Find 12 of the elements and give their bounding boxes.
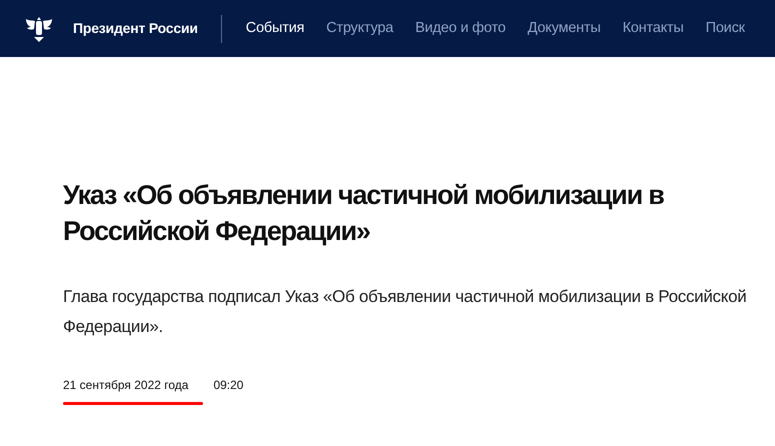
nav-link[interactable]: Структура	[326, 18, 394, 40]
nav-link[interactable]: Видео и фото	[415, 18, 506, 40]
nav-link[interactable]: События	[246, 18, 304, 40]
site-title[interactable]: Президент России	[73, 18, 198, 39]
nav-link[interactable]: Документы	[528, 18, 601, 40]
nav-link[interactable]: Поиск	[706, 18, 745, 40]
article-time: 09:20	[213, 377, 244, 394]
nav-link[interactable]: Контакты	[622, 18, 684, 40]
eagle-emblem-icon[interactable]	[24, 14, 54, 42]
article-title: Указ «Об объявлении частичной мобилизации в Российской Федерации»	[63, 179, 665, 248]
article-lead: Глава государства подписал Указ «Об объявлении частичной мобилизации в Российской Федерации».	[63, 286, 748, 338]
article-date: 21 сентября 2022 года	[63, 377, 188, 394]
